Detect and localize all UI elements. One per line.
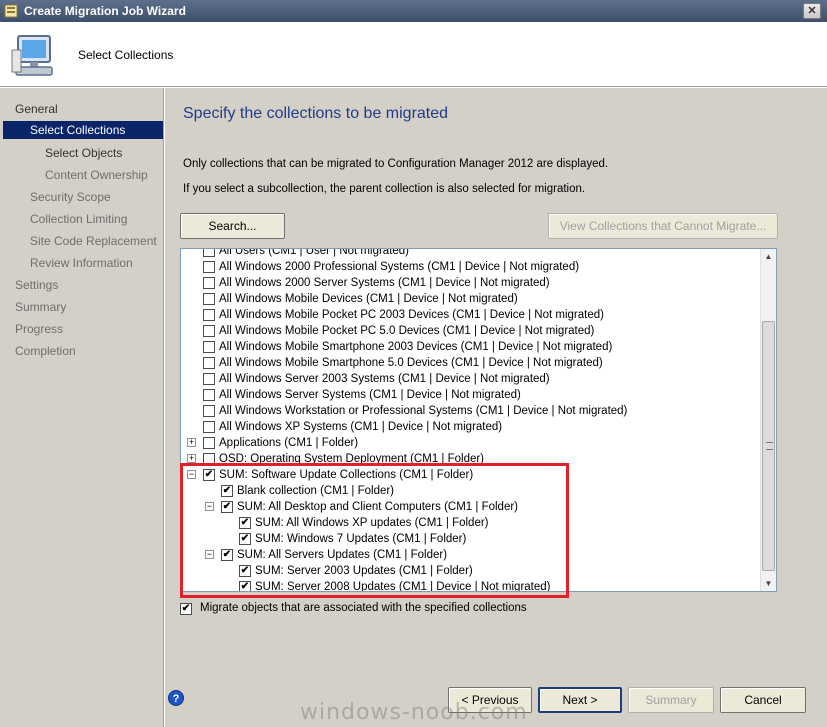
scroll-down-icon[interactable]: ▼	[761, 576, 776, 591]
tree-checkbox[interactable]	[203, 405, 215, 417]
tree-checkbox[interactable]: ✔	[239, 533, 251, 545]
tree-checkbox[interactable]	[203, 421, 215, 433]
watermark: windows-noob.com	[300, 700, 528, 725]
scroll-thumb[interactable]	[762, 321, 775, 571]
sidebar-item-settings[interactable]: Settings	[15, 276, 58, 294]
tree-checkbox[interactable]	[203, 389, 215, 401]
collapse-icon[interactable]: −	[205, 502, 214, 511]
tree-checkbox[interactable]: ✔	[221, 549, 233, 561]
tree-checkbox[interactable]: ✔	[239, 565, 251, 577]
title-bar: Create Migration Job Wizard ✕	[0, 0, 827, 22]
computer-icon	[11, 35, 53, 76]
tree-item-label: SUM: All Windows XP updates (CM1 | Folde…	[255, 517, 489, 529]
tree-scrollbar[interactable]: ▲ ▼	[760, 249, 776, 591]
tree-item-label: OSD: Operating System Deployment (CM1 | …	[219, 453, 485, 465]
sidebar-item-collection-limiting[interactable]: Collection Limiting	[30, 210, 127, 228]
tree-item-label: All Windows 2000 Server Systems (CM1 | D…	[219, 277, 550, 289]
expand-icon[interactable]: +	[187, 454, 196, 463]
tree-checkbox[interactable]	[203, 357, 215, 369]
collapse-icon[interactable]: −	[205, 550, 214, 559]
tree-item-label: All Users (CM1 | User | Not migrated)	[219, 248, 410, 257]
window-title: Create Migration Job Wizard	[24, 4, 186, 18]
tree-item-label: All Windows Server Systems (CM1 | Device…	[219, 389, 521, 401]
tree-checkbox[interactable]	[203, 309, 215, 321]
scroll-up-icon[interactable]: ▲	[761, 249, 776, 264]
scroll-grip-icon	[766, 442, 773, 450]
page-title: Specify the collections to be migrated	[183, 105, 449, 122]
collapse-icon[interactable]: −	[187, 470, 196, 479]
sidebar-item-review-information[interactable]: Review Information	[30, 254, 133, 272]
tree-checkbox[interactable]: ✔	[221, 485, 233, 497]
tree-checkbox[interactable]	[203, 437, 215, 449]
info-text-1: Only collections that can be migrated to…	[183, 158, 609, 170]
migrate-objects-checkbox[interactable]: ✔	[180, 603, 192, 615]
tree-checkbox[interactable]: ✔	[203, 469, 215, 481]
summary-button[interactable]: Summary	[628, 687, 714, 713]
tree-item-label: All Windows XP Systems (CM1 | Device | N…	[219, 421, 503, 433]
tree-item-label: All Windows Server 2003 Systems (CM1 | D…	[219, 373, 550, 385]
close-icon[interactable]: ✕	[803, 3, 821, 19]
tree-item-label: All Windows Mobile Smartphone 2003 Devic…	[219, 341, 613, 353]
wizard-main: Specify the collections to be migrated O…	[165, 88, 827, 727]
tree-item-label: SUM: Software Update Collections (CM1 | …	[219, 469, 474, 481]
tree-checkbox[interactable]	[203, 277, 215, 289]
migrate-objects-label: Migrate objects that are associated with…	[200, 602, 527, 614]
info-text-2: If you select a subcollection, the paren…	[183, 183, 586, 195]
sidebar-item-content-ownership[interactable]: Content Ownership	[45, 166, 148, 184]
collections-tree[interactable]: ✔ SUM: Server 2008 Updates (CM1 | Device …	[180, 248, 777, 592]
tree-checkbox[interactable]	[203, 341, 215, 353]
tree-item-label: All Windows 2000 Professional Systems (C…	[219, 261, 580, 273]
tree-item-label: SUM: Server 2008 Updates (CM1 | Device |…	[255, 581, 551, 592]
sidebar-item-summary[interactable]: Summary	[15, 298, 66, 316]
sidebar-item-site-code-replacement[interactable]: Site Code Replacement	[30, 232, 157, 250]
tree-item-label: Applications (CM1 | Folder)	[219, 437, 359, 449]
sidebar-item-select-objects[interactable]: Select Objects	[45, 144, 122, 162]
tree-checkbox[interactable]: ✔	[221, 501, 233, 513]
wizard-app-icon	[4, 4, 18, 18]
view-collections-cannot-migrate-button[interactable]: View Collections that Cannot Migrate...	[548, 213, 778, 239]
tree-item-label: All Windows Mobile Smartphone 5.0 Device…	[219, 357, 603, 369]
tree-checkbox[interactable]	[203, 261, 215, 273]
sidebar-item-progress[interactable]: Progress	[15, 320, 63, 338]
tree-item-label: All Windows Mobile Pocket PC 2003 Device…	[219, 309, 604, 321]
sidebar-item-general[interactable]: General	[15, 100, 58, 118]
tree-checkbox[interactable]	[203, 249, 215, 257]
tree-checkbox[interactable]	[203, 293, 215, 305]
tree-item-label: SUM: Windows 7 Updates (CM1 | Folder)	[255, 533, 467, 545]
search-button[interactable]: Search...	[180, 213, 285, 239]
tree-checkbox[interactable]	[203, 373, 215, 385]
tree-item-label: SUM: All Servers Updates (CM1 | Folder)	[237, 549, 448, 561]
sidebar-item-select-collections[interactable]: Select Collections	[3, 121, 163, 139]
sidebar-item-security-scope[interactable]: Security Scope	[30, 188, 111, 206]
wizard-header: Select Collections	[0, 22, 827, 87]
tree-checkbox[interactable]	[203, 325, 215, 337]
tree-item-label: All Windows Mobile Pocket PC 5.0 Devices…	[219, 325, 595, 337]
step-title: Select Collections	[78, 48, 174, 62]
sidebar-item-completion[interactable]: Completion	[15, 342, 76, 360]
tree-item-label: SUM: All Desktop and Client Computers (C…	[237, 501, 518, 513]
wizard-sidebar: General Select Collections Select Object…	[0, 88, 164, 727]
tree-checkbox[interactable]	[203, 453, 215, 465]
help-icon[interactable]: ?	[168, 690, 184, 706]
expand-icon[interactable]: +	[187, 438, 196, 447]
tree-checkbox[interactable]: ✔	[239, 581, 251, 591]
cancel-button[interactable]: Cancel	[720, 687, 806, 713]
tree-item-label: All Windows Mobile Devices (CM1 | Device…	[219, 293, 518, 305]
tree-item-label: Blank collection (CM1 | Folder)	[237, 485, 395, 497]
next-button[interactable]: Next >	[538, 687, 622, 713]
tree-checkbox[interactable]: ✔	[239, 517, 251, 529]
tree-item-label: All Windows Workstation or Professional …	[219, 405, 628, 417]
tree-item-label: SUM: Server 2003 Updates (CM1 | Folder)	[255, 565, 473, 577]
